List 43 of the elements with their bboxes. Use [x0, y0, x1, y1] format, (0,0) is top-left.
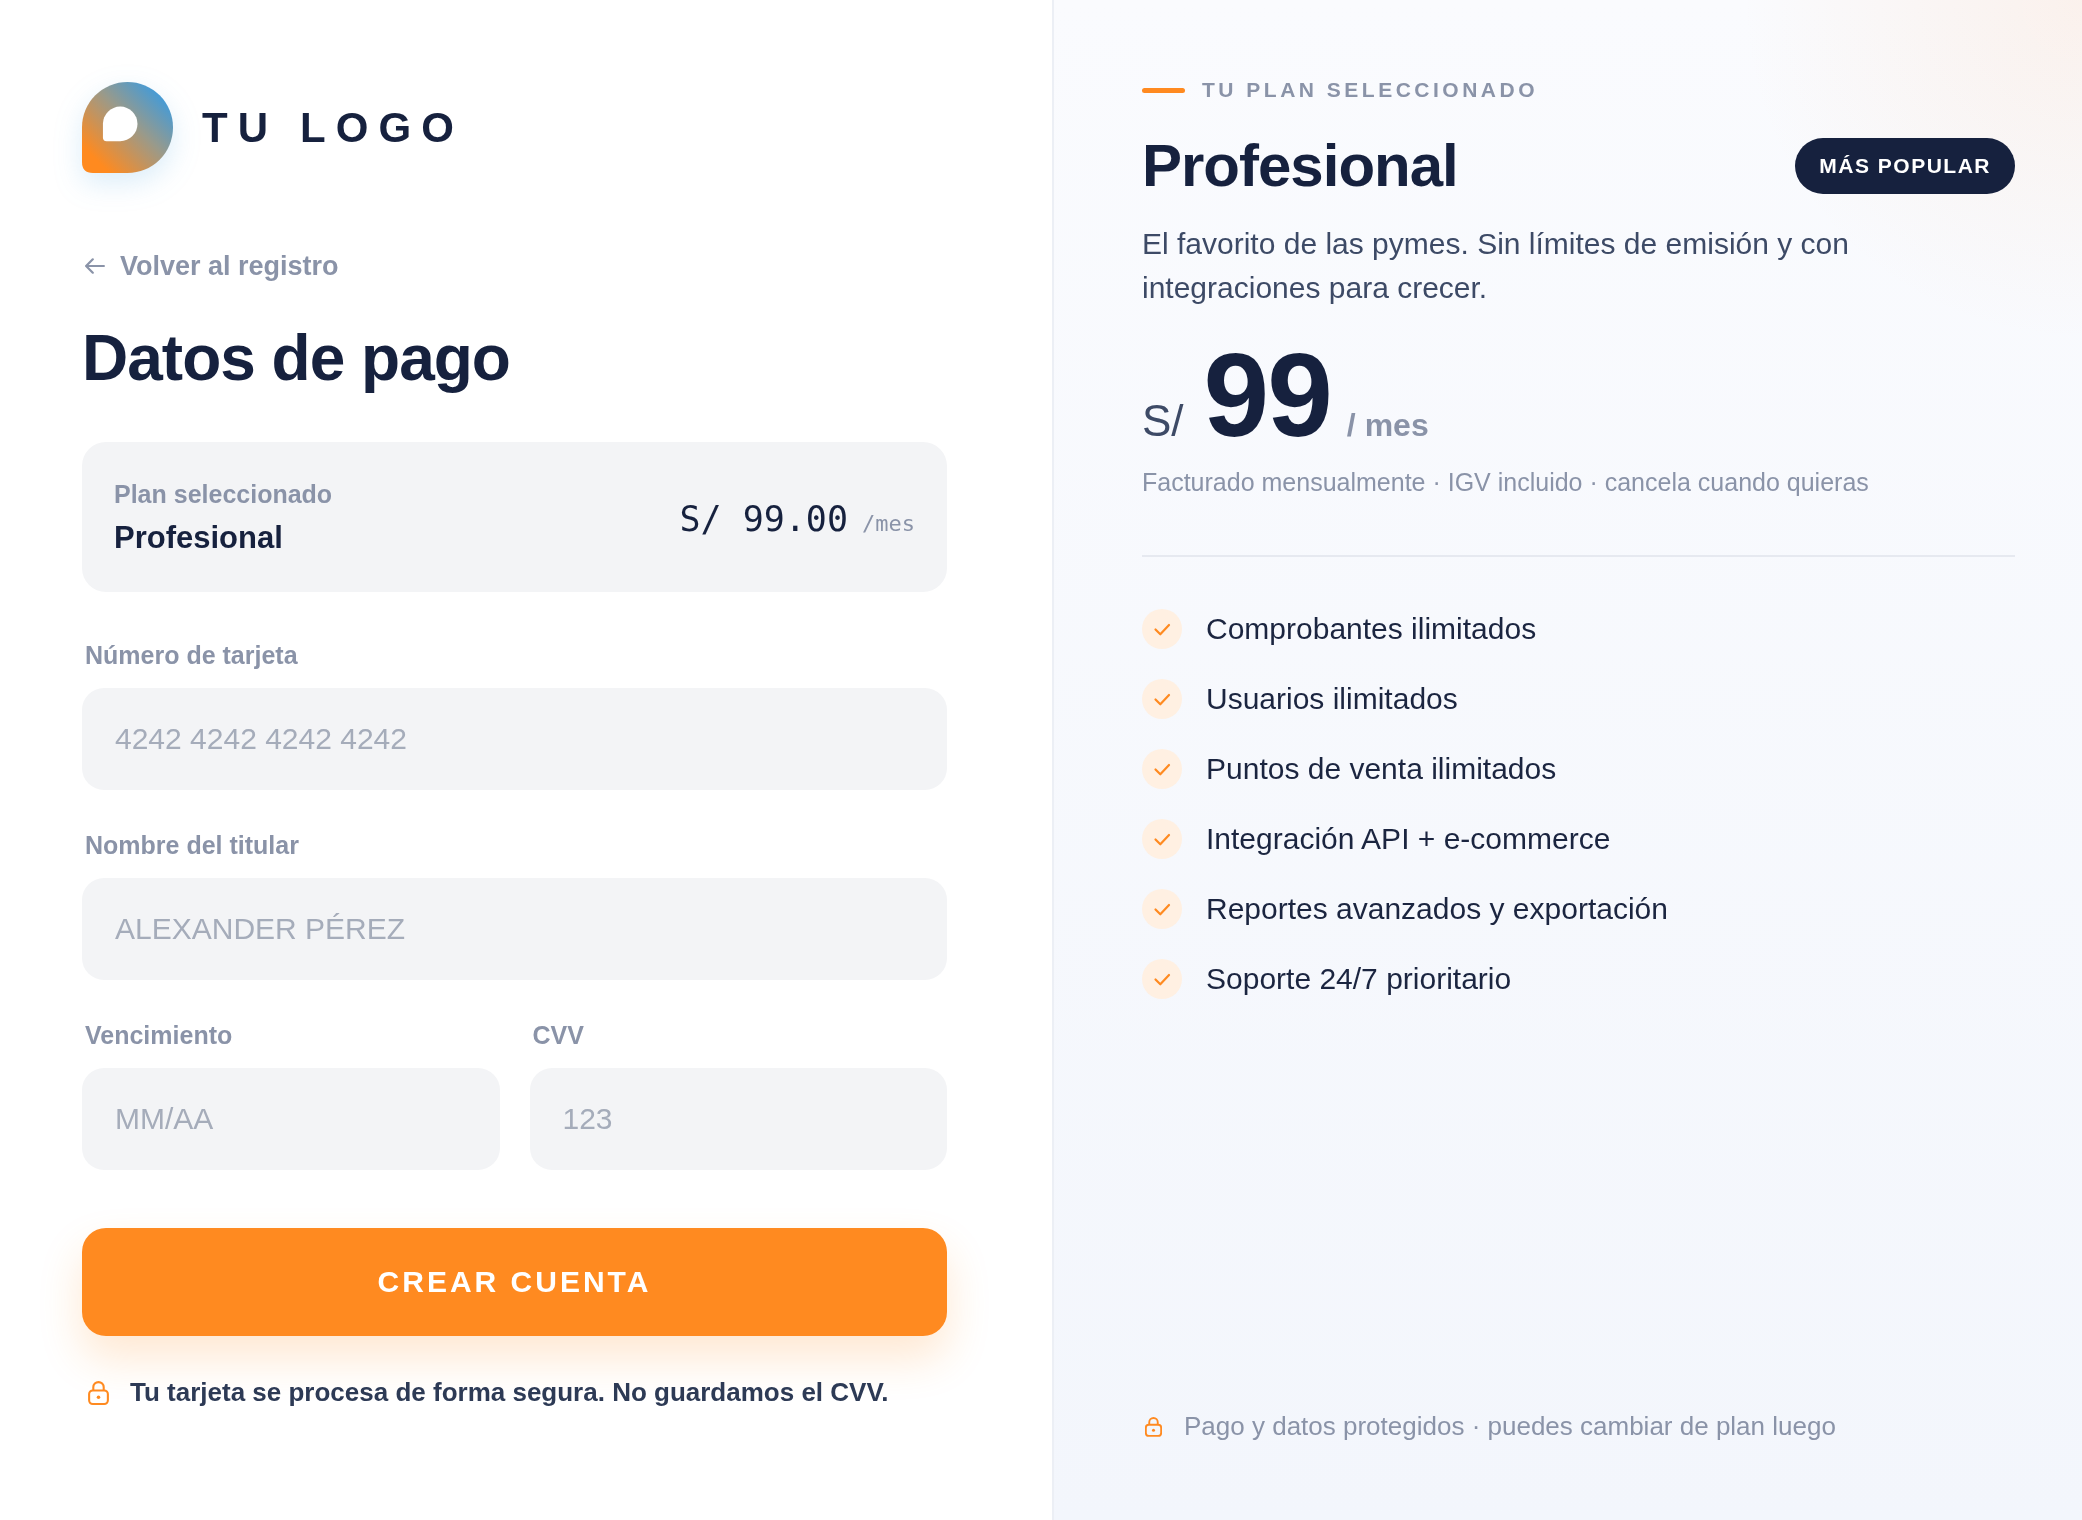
input-field[interactable]: ALEXANDER PÉREZ [82, 878, 947, 980]
lock-icon [88, 1379, 109, 1405]
plan-price: S/ 99.00 [679, 499, 848, 539]
feature-text: Integración API + e-commerce [1206, 821, 1611, 857]
input-field[interactable]: 4242 4242 4242 4242 [82, 688, 947, 790]
field-label: Número de tarjeta [84, 640, 299, 671]
feature-text: Comprobantes ilimitados [1206, 611, 1537, 647]
check-icon [1142, 679, 1182, 719]
feature-text: Reportes avanzados y exportación [1206, 891, 1668, 927]
accent-line [1142, 87, 1185, 93]
page-title: Datos de pago [82, 321, 510, 396]
feature-text: Soporte 24/7 prioritario [1206, 961, 1512, 997]
check-icon [1142, 819, 1182, 859]
feature-text: Usuarios ilimitados [1206, 681, 1458, 717]
plan-name: Profesional [114, 519, 284, 557]
billing-note: Facturado mensualmente · IGV incluido · cancela cuando quieras [1142, 467, 1870, 498]
plan-description: El favorito de las pymes. Sin límites de emisión y con integraciones para crecer. [1142, 226, 1850, 306]
input-field[interactable]: 123 [529, 1068, 947, 1170]
check-icon [1142, 889, 1182, 929]
create-account-button[interactable]: CREAR CUENTA [82, 1228, 947, 1336]
check-icon [1142, 959, 1182, 999]
check-icon [1142, 749, 1182, 789]
logo-text: TU LOGO [202, 102, 464, 153]
plan-label: Plan seleccionado [114, 479, 333, 510]
price-period: / mes [1346, 407, 1429, 444]
input-field[interactable]: MM/AA [82, 1068, 500, 1170]
price-currency: S/ [1142, 396, 1184, 446]
plan-title: Profesional [1142, 131, 1458, 201]
feature-text: Puntos de venta ilimitados [1206, 751, 1557, 787]
field-label: CVV [531, 1020, 585, 1051]
security-note: Tu tarjeta se procesa de forma segura. No guardamos el CVV. [130, 1376, 889, 1409]
back-link[interactable]: Volver al registro [82, 248, 339, 284]
price-period: /mes [862, 511, 915, 536]
logo-icon [82, 82, 173, 173]
popular-badge: MÁS POPULAR [1795, 138, 2015, 194]
field-label: Vencimiento [84, 1020, 234, 1051]
arrow-left-icon [85, 258, 105, 274]
section-eyebrow: TU PLAN SELECCIONADO [1202, 77, 1538, 103]
check-icon [1142, 609, 1182, 649]
field-label: Nombre del titular [84, 830, 300, 861]
lock-icon [1145, 1415, 1162, 1437]
footer-note: Pago y datos protegidos · puedes cambiar de plan luego [1184, 1410, 1836, 1443]
price-amount: 99 [1203, 336, 1331, 454]
